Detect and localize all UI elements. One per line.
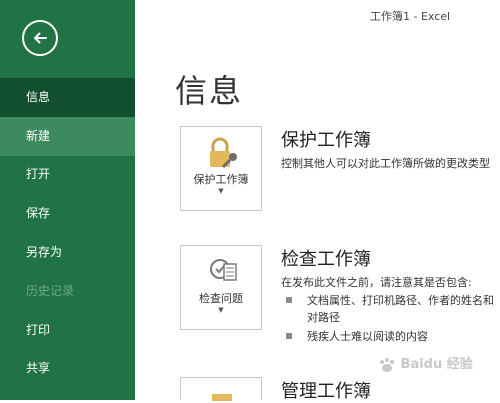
protect-workbook-button[interactable]: 保护工作簿 ▼ <box>180 126 262 211</box>
protect-workbook-tile-label: 保护工作簿 <box>193 173 249 186</box>
check-issues-button[interactable]: 检查问题 ▼ <box>180 245 262 330</box>
page-title: 信息 <box>175 72 244 110</box>
inspect-bullet-properties-cont: 对路径 <box>307 311 340 324</box>
back-arrow-icon <box>34 32 47 44</box>
watermark-logo-icon <box>380 357 394 372</box>
lock-key-icon <box>210 137 237 169</box>
inspect-bullet-properties: 文档属性、打印机路径、作者的姓名和 <box>307 294 494 307</box>
bullet-icon <box>286 333 292 339</box>
inspect-document-icon <box>210 259 237 281</box>
nav-item-new[interactable]: 新建 <box>0 117 135 156</box>
nav-item-info[interactable]: 信息 <box>0 78 135 117</box>
nav-item-print[interactable]: 打印 <box>0 311 135 350</box>
protect-workbook-title: 保护工作簿 <box>281 130 371 151</box>
nav-item-history: 历史记录 <box>26 284 75 298</box>
manage-workbook-button[interactable] <box>180 377 262 401</box>
backstage-sidebar: 信息 新建 打开 保存 另存为 历史记录 打印 共享 <box>0 0 135 400</box>
inspect-bullet-accessibility: 残疾人士难以阅读的内容 <box>307 330 428 343</box>
manage-workbook-title: 管理工作簿 <box>281 381 371 402</box>
nav-item-open[interactable]: 打开 <box>0 155 135 194</box>
inspect-workbook-desc: 在发布此文件之前，请注意其是否包含: <box>281 276 472 289</box>
nav-item-save[interactable]: 保存 <box>0 194 135 233</box>
backstage-main: 工作簿1 - Excel 信息 保护工作簿 ▼ 保护工作簿 控制其他人可以对此工… <box>135 0 500 402</box>
bullet-icon <box>286 297 292 303</box>
chevron-down-icon: ▼ <box>218 187 224 195</box>
check-issues-tile-label: 检查问题 <box>199 292 243 305</box>
window-title: 工作簿1 - Excel <box>370 10 451 23</box>
protect-workbook-desc: 控制其他人可以对此工作簿所做的更改类型 <box>281 157 490 170</box>
back-button[interactable] <box>22 20 58 56</box>
baidu-watermark: Baidu 经验 <box>378 353 500 393</box>
nav-item-share[interactable]: 共享 <box>0 349 135 388</box>
nav-item-save-as[interactable]: 另存为 <box>0 233 135 272</box>
inspect-workbook-title: 检查工作簿 <box>281 249 371 270</box>
chevron-down-icon: ▼ <box>218 306 224 314</box>
watermark-text: Baidu 经验 <box>400 357 473 372</box>
